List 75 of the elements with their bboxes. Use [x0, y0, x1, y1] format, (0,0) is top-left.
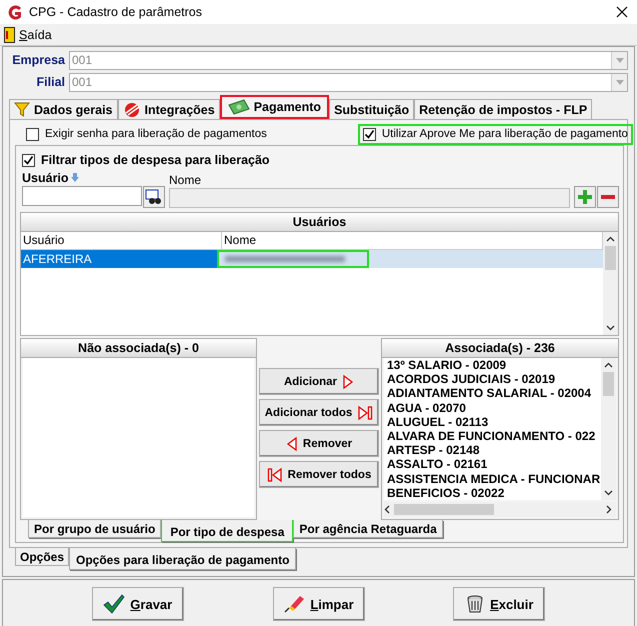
grid-title: Usuários [21, 213, 618, 232]
checkbox-option[interactable]: Utilizar Aprove Me para liberação de pagamento [358, 124, 633, 144]
window-title: CPG - Cadastro de parâmetros [29, 5, 203, 19]
action-button[interactable]: Adicionar [259, 368, 379, 395]
add-button[interactable] [574, 186, 596, 208]
user-label: Usuário [22, 170, 69, 184]
option-label: Exigir senha para liberação de pagamentos [45, 128, 267, 140]
list-item[interactable]: AGUA - 02070 [387, 400, 601, 415]
skip-right-icon [357, 404, 374, 420]
remove-button[interactable] [597, 186, 619, 208]
eraser-icon [283, 594, 306, 614]
clear-button[interactable]: Limpar [272, 587, 364, 621]
scroll-thumb[interactable] [605, 246, 616, 270]
list-title: Associada(s) - 236 [382, 339, 618, 358]
checkbox[interactable] [362, 128, 376, 140]
scrollbar[interactable] [603, 232, 618, 335]
scroll-thumb[interactable] [394, 504, 494, 516]
door-icon [4, 26, 15, 42]
app-logo-icon [6, 4, 23, 20]
plus-icon [578, 190, 592, 204]
name-input[interactable] [169, 188, 570, 208]
tab[interactable]: Dados gerais [9, 99, 118, 119]
column-header[interactable]: Usuário [21, 232, 222, 250]
option-label: Utilizar Aprove Me para liberação de pagamento [382, 128, 628, 140]
tab[interactable]: Opções [15, 548, 70, 566]
checkbox-option[interactable]: Exigir senha para liberação de pagamentos [21, 124, 272, 144]
list-item[interactable]: ASSALTO - 02161 [387, 457, 601, 472]
minus-icon [601, 195, 615, 199]
tab[interactable]: Por grupo de usuário [28, 520, 162, 538]
tab[interactable]: Integrações [118, 99, 220, 119]
delete-button[interactable]: Excluir [453, 587, 546, 621]
redacted-cell[interactable] [217, 250, 369, 268]
striped-ball-icon [122, 102, 141, 118]
right-triangle-icon [342, 374, 354, 390]
column-header[interactable]: Nome [222, 232, 603, 250]
scrollbar[interactable] [601, 358, 616, 500]
banknote-icon [228, 99, 250, 115]
tab[interactable]: Por tipo de despesa [161, 520, 294, 542]
action-button[interactable]: Remover [259, 430, 379, 457]
list-item[interactable]: ADIANTAMENTO SALARIAL - 02004 [387, 386, 601, 401]
binoculars-icon [145, 189, 163, 205]
left-triangle-icon [286, 436, 298, 452]
scroll-thumb[interactable] [603, 372, 614, 396]
tab[interactable]: Substituição [329, 99, 414, 119]
action-button[interactable]: Remover todos [259, 461, 379, 488]
skip-left-icon [266, 466, 283, 482]
action-button[interactable]: Adicionar todos [259, 399, 379, 426]
field-label: Filial [36, 75, 65, 89]
close-icon [616, 6, 628, 18]
tab[interactable]: Pagamento [220, 95, 330, 119]
field-label: Empresa [11, 53, 65, 67]
table-cell[interactable]: AFERREIRA [21, 250, 219, 268]
list-item[interactable]: ALVARA DE FUNCIONAMENTO - 022 [387, 429, 601, 444]
checkbox[interactable] [26, 128, 39, 140]
name-label: Nome [169, 172, 202, 187]
sort-arrow-icon [70, 173, 79, 182]
checkbox[interactable] [22, 154, 35, 166]
list-title: Não associada(s) - 0 [21, 339, 256, 358]
list-item[interactable]: ARTESP - 02148 [387, 443, 601, 458]
list-item[interactable]: BENEFICIOS - 02022 [387, 486, 601, 500]
horizontal-scrollbar[interactable] [384, 502, 616, 517]
trash-icon [465, 594, 486, 614]
list-item[interactable]: ASSISTENCIA MEDICA - FUNCIONAR [387, 472, 601, 486]
exit-menu-item[interactable]: Saída [4, 26, 52, 42]
checkmark-icon [103, 594, 126, 614]
tab[interactable]: Retenção de impostos - FLP [414, 99, 592, 119]
save-button[interactable]: Gravar [92, 587, 184, 621]
tab[interactable]: Opções para liberação de pagamento [69, 548, 296, 570]
list-item[interactable]: 13º SALARIO - 02009 [387, 358, 601, 372]
list-item[interactable]: ACORDOS JUDICIAIS - 02019 [387, 372, 601, 386]
user-input[interactable] [22, 186, 142, 206]
list-item[interactable]: ALUGUEL - 02113 [387, 414, 601, 430]
tab[interactable]: Por agência Retaguarda [293, 520, 443, 538]
search-button[interactable] [143, 186, 165, 208]
filter-label: Filtrar tipos de despesa para liberação [41, 153, 270, 167]
